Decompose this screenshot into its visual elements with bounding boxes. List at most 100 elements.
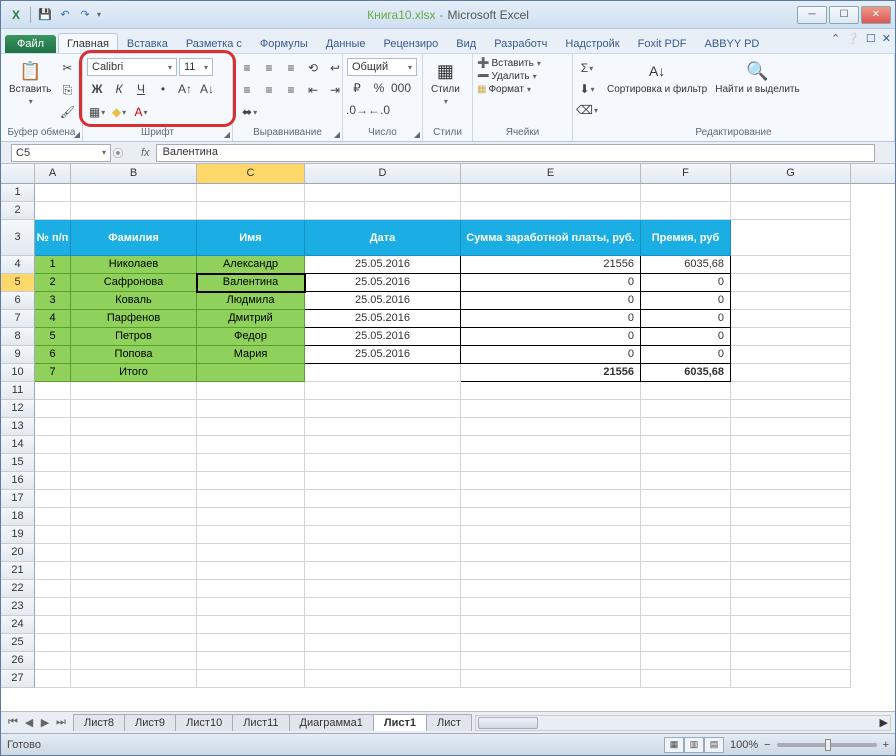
cell[interactable] — [641, 436, 731, 454]
cell[interactable] — [71, 382, 197, 400]
cell[interactable] — [305, 436, 461, 454]
align-top-icon[interactable]: ≡ — [237, 58, 257, 78]
cell[interactable]: 5 — [35, 328, 71, 346]
sheet-tab[interactable]: Лист11 — [232, 714, 289, 731]
cell[interactable] — [461, 616, 641, 634]
cell[interactable] — [305, 652, 461, 670]
cell[interactable] — [461, 400, 641, 418]
cell[interactable]: Федор — [197, 328, 305, 346]
cell[interactable] — [461, 634, 641, 652]
cell[interactable] — [461, 508, 641, 526]
cell[interactable]: 6 — [35, 346, 71, 364]
horizontal-scrollbar[interactable]: ◀▶ — [475, 715, 891, 731]
cell[interactable] — [305, 544, 461, 562]
cell[interactable] — [641, 670, 731, 688]
col-header[interactable]: G — [731, 164, 851, 183]
row-header[interactable]: 13 — [1, 418, 35, 436]
cell[interactable] — [461, 436, 641, 454]
cell[interactable] — [641, 526, 731, 544]
tab-view[interactable]: Вид — [447, 33, 485, 53]
zoom-out-button[interactable]: − — [764, 739, 770, 751]
sheet-tab[interactable]: Лист — [426, 714, 472, 731]
cell[interactable] — [731, 310, 851, 328]
view-break-icon[interactable]: ▤ — [704, 737, 724, 753]
zoom-thumb[interactable] — [825, 739, 831, 751]
cell[interactable] — [641, 418, 731, 436]
cell[interactable] — [71, 436, 197, 454]
cell[interactable] — [197, 418, 305, 436]
row-header[interactable]: 2 — [1, 202, 35, 220]
cell[interactable] — [731, 580, 851, 598]
cell[interactable]: Фамилия — [71, 220, 197, 256]
cell[interactable] — [461, 184, 641, 202]
cell[interactable] — [71, 652, 197, 670]
cell[interactable] — [305, 616, 461, 634]
cell[interactable] — [71, 472, 197, 490]
cell[interactable] — [461, 544, 641, 562]
cut-icon[interactable]: ✂ — [57, 58, 77, 78]
cell[interactable] — [35, 436, 71, 454]
cell[interactable]: Сумма заработной платы, руб. — [461, 220, 641, 256]
cell[interactable] — [731, 544, 851, 562]
cell[interactable] — [305, 670, 461, 688]
cell[interactable] — [197, 652, 305, 670]
minimize-button[interactable]: ─ — [797, 6, 827, 24]
cell[interactable] — [461, 652, 641, 670]
cell[interactable] — [71, 670, 197, 688]
cell[interactable] — [731, 562, 851, 580]
cell[interactable] — [731, 184, 851, 202]
cell[interactable] — [731, 652, 851, 670]
row-header[interactable]: 25 — [1, 634, 35, 652]
bold-button[interactable]: Ж — [87, 79, 107, 99]
row-header[interactable]: 21 — [1, 562, 35, 580]
tab-file[interactable]: Файл — [5, 35, 56, 53]
cell[interactable] — [305, 202, 461, 220]
view-layout-icon[interactable]: ▥ — [684, 737, 704, 753]
cell[interactable] — [305, 634, 461, 652]
cell[interactable] — [197, 598, 305, 616]
cell[interactable] — [197, 472, 305, 490]
cell[interactable] — [305, 490, 461, 508]
cell[interactable] — [641, 580, 731, 598]
cell[interactable]: 0 — [641, 328, 731, 346]
restore-workbook-icon[interactable]: ☐ — [866, 32, 876, 45]
col-header[interactable]: A — [35, 164, 71, 183]
cell[interactable] — [641, 400, 731, 418]
cell[interactable] — [641, 472, 731, 490]
align-launcher-icon[interactable]: ◢ — [334, 130, 340, 139]
cell[interactable]: 25.05.2016 — [305, 328, 461, 346]
cell[interactable] — [71, 202, 197, 220]
tab-addins[interactable]: Надстройк — [556, 33, 628, 53]
row-header[interactable]: 17 — [1, 490, 35, 508]
tab-next-icon[interactable]: ▶ — [37, 716, 53, 729]
cell[interactable] — [305, 454, 461, 472]
cell[interactable] — [641, 490, 731, 508]
tab-insert[interactable]: Вставка — [118, 33, 177, 53]
col-header[interactable]: B — [71, 164, 197, 183]
row-header[interactable]: 8 — [1, 328, 35, 346]
tab-formulas[interactable]: Формулы — [251, 33, 317, 53]
cell[interactable]: 7 — [35, 364, 71, 382]
cell[interactable] — [731, 220, 851, 256]
cell[interactable] — [641, 544, 731, 562]
cell[interactable] — [731, 256, 851, 274]
cell[interactable]: Людмила — [197, 292, 305, 310]
cell[interactable]: 0 — [641, 310, 731, 328]
borders-icon[interactable]: ▦▾ — [87, 102, 107, 122]
cell[interactable]: Валентина — [197, 274, 305, 292]
cell[interactable] — [641, 454, 731, 472]
help-icon[interactable]: ❔ — [846, 32, 860, 45]
tab-layout[interactable]: Разметка с — [177, 33, 251, 53]
cell[interactable] — [641, 382, 731, 400]
cell[interactable] — [461, 490, 641, 508]
cell[interactable] — [35, 508, 71, 526]
cell[interactable] — [197, 562, 305, 580]
font-size-select[interactable]: 11▾ — [179, 58, 213, 76]
col-header[interactable]: F — [641, 164, 731, 183]
scrollbar-thumb[interactable] — [478, 717, 538, 729]
cell[interactable]: 0 — [461, 274, 641, 292]
cell[interactable] — [197, 202, 305, 220]
cell[interactable] — [71, 616, 197, 634]
underline-button[interactable]: Ч — [131, 79, 151, 99]
styles-button[interactable]: ▦ Стили▾ — [427, 58, 464, 108]
